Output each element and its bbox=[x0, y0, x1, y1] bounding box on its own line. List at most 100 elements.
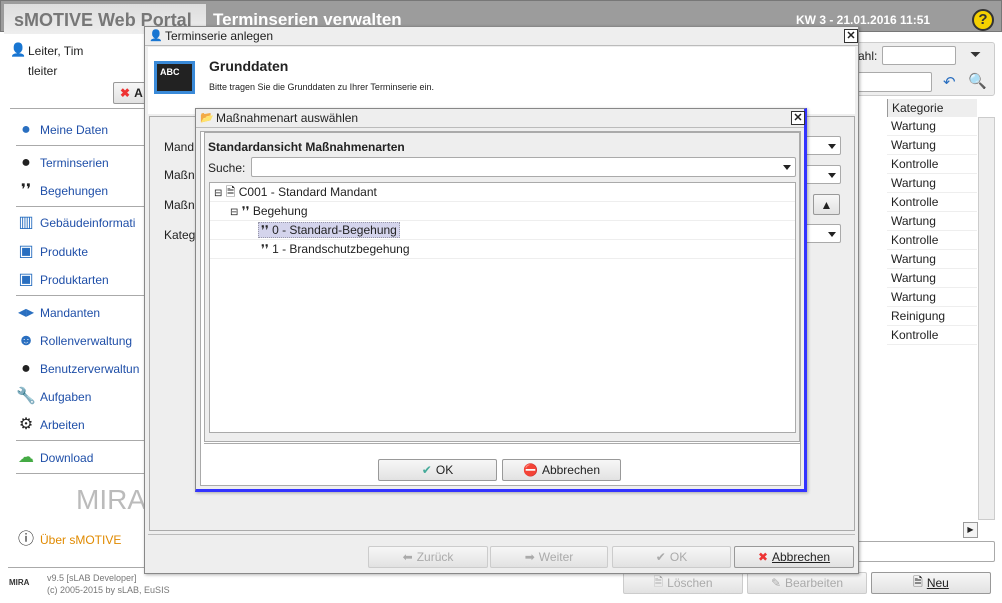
search-input[interactable] bbox=[850, 72, 932, 92]
user-login: tleiter bbox=[28, 64, 58, 78]
clients-icon: ◂▸ bbox=[17, 304, 35, 321]
next-button[interactable]: ➡ Weiter bbox=[490, 546, 608, 568]
close-icon: ✖ bbox=[120, 86, 131, 100]
table-row[interactable]: Wartung bbox=[887, 288, 977, 307]
user-icon: 👤 bbox=[10, 42, 27, 57]
sidebar-item-begehungen[interactable]: ❜❜ Begehungen bbox=[16, 181, 108, 201]
table-row[interactable]: Wartung bbox=[887, 212, 977, 231]
series-icon: ● bbox=[21, 154, 31, 171]
massnahmenart-dialog: Maßnahmenart auswählen 📂 ✕ Standardansic… bbox=[195, 108, 807, 492]
footprints-icon: ❜❜ bbox=[261, 242, 269, 256]
mira-logo: MIRA bbox=[76, 484, 146, 515]
table-row[interactable]: Wartung bbox=[887, 174, 977, 193]
table-row[interactable]: Wartung bbox=[887, 136, 977, 155]
close-icon: ✖ bbox=[757, 550, 768, 564]
search-icon[interactable]: 🔍 bbox=[968, 72, 987, 90]
gear-icon: ⚙ bbox=[18, 416, 34, 433]
table-row[interactable]: Kontrolle bbox=[887, 231, 977, 250]
undo-icon[interactable]: ↶ bbox=[943, 73, 956, 91]
close-button[interactable]: ✕ bbox=[791, 111, 805, 125]
filter-icon[interactable]: ⏷ bbox=[970, 46, 981, 63]
delete-button[interactable]: 🗎 Löschen bbox=[623, 572, 743, 594]
sidebar-item-gebaeude[interactable]: ▥ Gebäudeinformati bbox=[16, 213, 135, 233]
cancel-button[interactable]: ⛔ Abbrechen bbox=[502, 459, 621, 481]
user-icon: 👤 bbox=[149, 30, 163, 42]
arrow-left-icon: ⬅ bbox=[402, 550, 413, 564]
bottom-input[interactable] bbox=[855, 541, 995, 562]
image-icon: ▲ bbox=[820, 197, 833, 212]
product-icon: ▣ bbox=[18, 243, 34, 260]
tree-node-selected[interactable]: ❜❜ 0 - Standard-Begehung bbox=[210, 221, 795, 240]
form-label: Maßn bbox=[164, 168, 195, 182]
vertical-scrollbar[interactable] bbox=[978, 117, 995, 520]
user-name: Leiter, Tim bbox=[28, 44, 84, 58]
column-header-kategorie[interactable]: Kategorie bbox=[887, 99, 977, 117]
building-icon: ▥ bbox=[18, 214, 34, 231]
dialog-title: Maßnahmenart auswählen bbox=[196, 109, 804, 128]
sidebar-item-rollen[interactable]: ☻ Rollenverwaltung bbox=[16, 331, 132, 351]
tree-node-root[interactable]: ⊟ 🗎 C001 - Standard Mandant bbox=[210, 183, 795, 202]
document-icon: 🗎 bbox=[225, 185, 236, 199]
table-row[interactable]: Wartung bbox=[887, 117, 977, 136]
arrow-right-icon: ➡ bbox=[524, 550, 535, 564]
table-row[interactable]: Reinigung bbox=[887, 307, 977, 326]
datetime: KW 3 - 21.01.2016 11:51 bbox=[796, 13, 931, 27]
abc-board-icon: ABC bbox=[154, 61, 195, 94]
tree-view[interactable]: ⊟ 🗎 C001 - Standard Mandant ⊟ ❜❜ Begehun… bbox=[209, 182, 796, 433]
check-icon: ✔ bbox=[655, 550, 666, 564]
stop-icon: ⛔ bbox=[523, 463, 538, 477]
ok-button[interactable]: ✔ OK bbox=[612, 546, 731, 568]
footprints-icon: ❜❜ bbox=[20, 182, 32, 199]
form-label: Kateg bbox=[164, 228, 196, 242]
sidebar-item-download[interactable]: ☁ Download bbox=[16, 448, 93, 468]
sidebar-item-benutzer[interactable]: ● Benutzerverwaltun bbox=[16, 359, 139, 379]
footprints-icon: ❜❜ bbox=[241, 204, 250, 218]
edit-button[interactable]: ✎ Bearbeiten bbox=[747, 572, 867, 594]
table-row[interactable]: Kontrolle bbox=[887, 155, 977, 174]
about-link[interactable]: ⓘ Über sMOTIVE bbox=[16, 530, 121, 550]
table-row[interactable]: Wartung bbox=[887, 250, 977, 269]
footprints-icon: ❜❜ bbox=[261, 223, 269, 237]
tree-node[interactable]: ❜❜ 1 - Brandschutzbegehung bbox=[210, 240, 795, 259]
product-types-icon: ▣ bbox=[18, 271, 34, 288]
user-icon: ● bbox=[21, 121, 31, 138]
form-label: Mand bbox=[164, 140, 195, 154]
dialog-subtitle: Bitte tragen Sie die Grunddaten zu Ihrer… bbox=[209, 82, 434, 92]
close-button[interactable]: ✕ bbox=[844, 29, 858, 43]
download-icon: ☁ bbox=[18, 449, 34, 466]
filter-input[interactable] bbox=[882, 46, 956, 65]
table-row[interactable]: Wartung bbox=[887, 269, 977, 288]
new-button[interactable]: 🗎 Neu bbox=[871, 572, 991, 594]
copyright: (c) 2005-2015 by sLAB, EuSIS bbox=[47, 585, 170, 595]
info-icon: ⓘ bbox=[17, 531, 34, 548]
new-icon: 🗎 bbox=[913, 574, 923, 589]
version: v9.5 [sLAB Developer] bbox=[47, 573, 137, 583]
back-button[interactable]: ⬅ Zurück bbox=[368, 546, 488, 568]
check-icon: ✔ bbox=[421, 463, 432, 477]
pick-button[interactable]: ▲ bbox=[813, 194, 840, 215]
filter-label: ahl: bbox=[858, 49, 878, 63]
dialog-heading: Grunddaten bbox=[209, 58, 289, 74]
roles-icon: ☻ bbox=[17, 332, 35, 349]
sidebar-item-produktarten[interactable]: ▣ Produktarten bbox=[16, 270, 108, 290]
sidebar-item-terminserien[interactable]: ● Terminserien bbox=[16, 153, 109, 173]
ok-button[interactable]: ✔ OK bbox=[378, 459, 497, 481]
collapse-icon[interactable]: ⊟ bbox=[214, 188, 222, 199]
sidebar-item-mandanten[interactable]: ◂▸ Mandanten bbox=[16, 303, 100, 323]
edit-icon: ✎ bbox=[770, 576, 781, 590]
sidebar-item-produkte[interactable]: ▣ Produkte bbox=[16, 242, 88, 262]
cancel-button[interactable]: ✖ Abbrechen bbox=[734, 546, 854, 568]
scroll-right-arrow[interactable]: ▶ bbox=[963, 522, 978, 538]
mira-small-logo: MIRA bbox=[9, 578, 30, 587]
table-row[interactable]: Kontrolle bbox=[887, 193, 977, 212]
sidebar-item-meine-daten[interactable]: ● Meine Daten bbox=[16, 120, 108, 140]
sidebar-item-aufgaben[interactable]: 🔧 Aufgaben bbox=[16, 387, 91, 407]
sidebar-item-arbeiten[interactable]: ⚙ Arbeiten bbox=[16, 415, 85, 435]
delete-icon: 🗎 bbox=[653, 574, 664, 589]
collapse-icon[interactable]: ⊟ bbox=[230, 207, 238, 218]
tree-node-group[interactable]: ⊟ ❜❜ Begehung bbox=[210, 202, 795, 221]
search-label: Suche: bbox=[208, 161, 246, 175]
help-icon[interactable]: ? bbox=[972, 9, 994, 31]
table-row[interactable]: Kontrolle bbox=[887, 326, 977, 345]
search-combo[interactable] bbox=[251, 157, 796, 177]
